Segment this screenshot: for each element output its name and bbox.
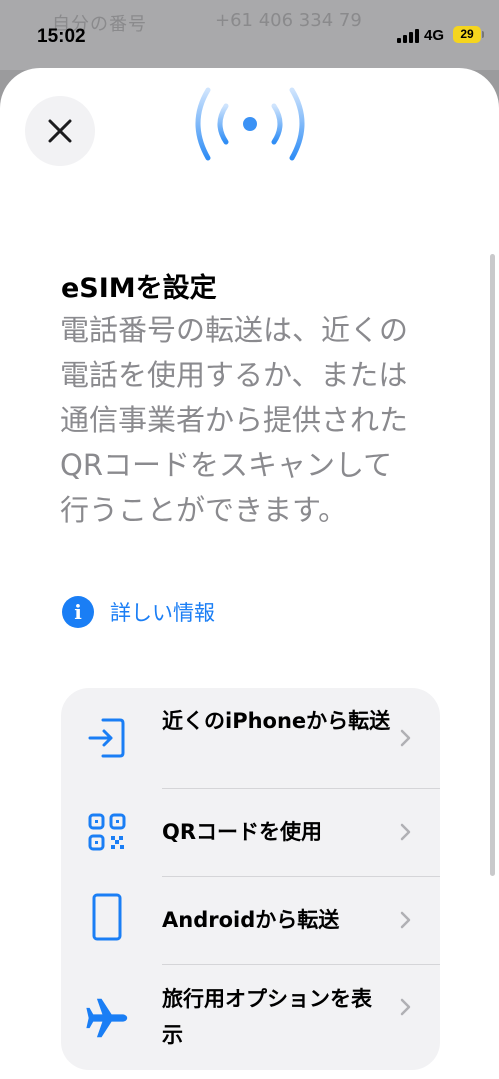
qr-code-icon xyxy=(85,807,129,857)
scroll-indicator[interactable] xyxy=(490,254,495,876)
chevron-right-icon xyxy=(400,911,411,929)
description-text: 電話番号の転送は、近くの電話を使用するか、または通信事業者から提供されたQRコー… xyxy=(60,313,409,527)
close-icon xyxy=(48,119,72,143)
esim-setup-sheet: eSIMを設定 電話番号の転送は、近くの電話を使用するか、または通信事業者から提… xyxy=(0,68,499,1079)
options-list: 近くのiPhoneから転送 QRコードを使用 Androidから転送 旅行用オプ… xyxy=(61,688,440,1070)
option-transfer-from-android[interactable]: Androidから転送 xyxy=(61,877,440,964)
transfer-in-icon xyxy=(85,713,129,763)
option-show-travel-options[interactable]: 旅行用オプションを表示 xyxy=(61,965,440,1070)
option-use-qr-code[interactable]: QRコードを使用 xyxy=(61,789,440,876)
option-label: 旅行用オプションを表示 xyxy=(162,987,372,1047)
battery-tip xyxy=(482,31,484,38)
phone-icon xyxy=(85,892,129,942)
more-info-link[interactable]: i 詳しい情報 xyxy=(62,596,215,628)
info-icon: i xyxy=(62,596,94,628)
option-transfer-nearby-iphone[interactable]: 近くのiPhoneから転送 xyxy=(61,688,440,788)
airplane-icon xyxy=(85,993,129,1043)
page-title: eSIMを設定 xyxy=(61,273,217,304)
signal-icon xyxy=(397,29,419,43)
chevron-right-icon xyxy=(400,823,411,841)
status-bar: 15:02 4G 29 xyxy=(0,0,499,70)
option-label: 近くのiPhoneから転送 xyxy=(162,709,391,733)
network-type: 4G xyxy=(424,27,445,44)
chevron-right-icon xyxy=(400,998,411,1016)
status-time: 15:02 xyxy=(37,26,86,47)
option-label: QRコードを使用 xyxy=(162,820,323,844)
close-button[interactable] xyxy=(25,96,95,166)
option-label: Androidから転送 xyxy=(162,908,340,932)
antenna-icon xyxy=(195,87,305,185)
battery-icon: 29 xyxy=(453,26,481,43)
chevron-right-icon xyxy=(400,729,411,747)
more-info-label: 詳しい情報 xyxy=(110,601,215,625)
